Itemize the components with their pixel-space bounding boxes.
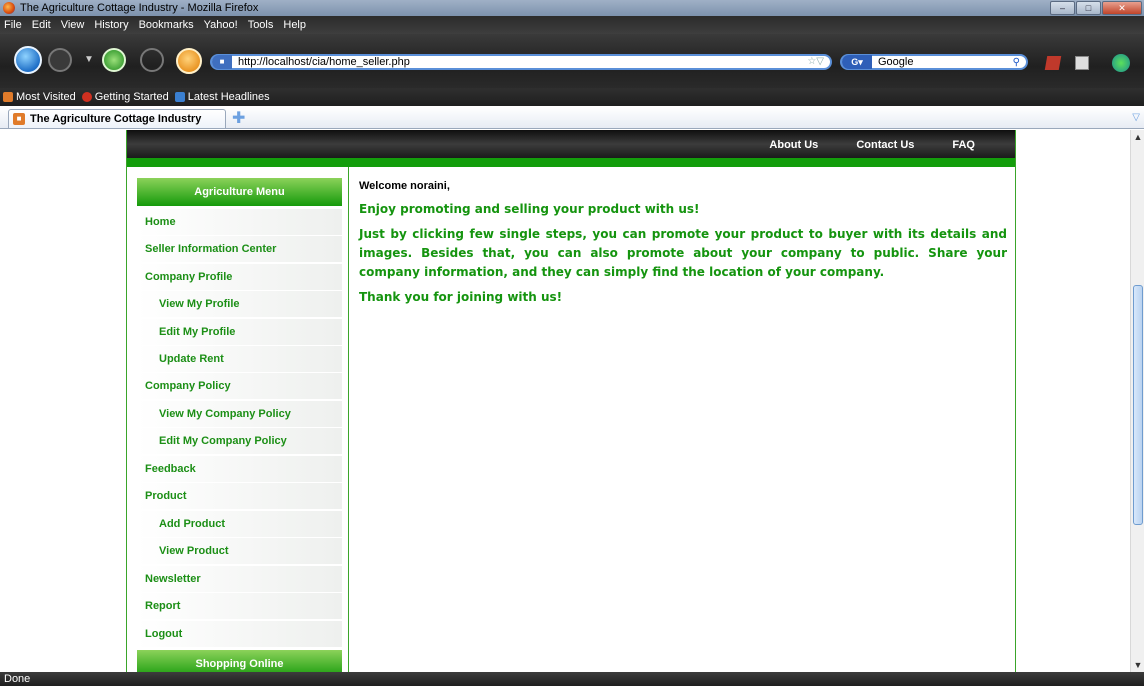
bookmark-label: Latest Headlines — [187, 91, 270, 103]
new-tab-icon[interactable]: ✚ — [232, 111, 245, 127]
addon-icon[interactable] — [1044, 56, 1062, 70]
menu-item-newsletter[interactable]: Newsletter — [137, 566, 342, 592]
details-paragraph: Just by clicking few single steps, you c… — [359, 227, 1007, 279]
menu-item-company-profile[interactable]: Company Profile — [137, 264, 342, 290]
site-top-nav: About Us Contact Us FAQ — [127, 130, 1015, 158]
welcome-text: Welcome noraini, — [359, 180, 450, 192]
rss-icon — [174, 92, 185, 102]
search-input[interactable]: Google — [878, 56, 913, 68]
tab-label: The Agriculture Cottage Industry — [30, 113, 202, 125]
addon-k-icon[interactable] — [1075, 56, 1089, 70]
intro-paragraph: Enjoy promoting and selling your product… — [359, 202, 700, 216]
menu-yahoo[interactable]: Yahoo! — [204, 19, 238, 31]
home-button[interactable] — [176, 48, 202, 74]
browser-window: The Agriculture Cottage Industry - Mozil… — [0, 0, 1144, 686]
close-button[interactable]: ✕ — [1102, 1, 1142, 15]
menu-item-product[interactable]: Product — [137, 483, 342, 509]
scroll-thumb[interactable] — [1133, 285, 1143, 525]
tab-favicon-icon: ■ — [13, 113, 25, 125]
menu-item-home[interactable]: Home — [137, 209, 342, 235]
scroll-down-icon[interactable]: ▼ — [1131, 658, 1144, 672]
shopping-heading: Shopping Online — [137, 650, 342, 672]
firefox-small-icon — [81, 92, 92, 102]
menu-item-seller-info[interactable]: Seller Information Center — [137, 236, 342, 262]
menu-item-add-product[interactable]: Add Product — [137, 511, 342, 537]
addon-globe-icon[interactable] — [1112, 54, 1130, 72]
reload-button[interactable] — [102, 48, 126, 72]
bookmark-latest-headlines[interactable]: Latest Headlines — [174, 91, 270, 103]
menu-file[interactable]: File — [4, 19, 22, 31]
firefox-icon — [3, 2, 15, 14]
bookmark-getting-started[interactable]: Getting Started — [81, 91, 169, 103]
minimize-button[interactable]: – — [1050, 1, 1075, 15]
menu-item-view-policy[interactable]: View My Company Policy — [137, 401, 342, 427]
history-dropdown-icon[interactable]: ▼ — [84, 54, 94, 65]
bookmark-label: Most Visited — [16, 91, 76, 103]
menu-history[interactable]: History — [94, 19, 128, 31]
url-bar[interactable]: ■ http://localhost/cia/home_seller.php ☆… — [210, 54, 832, 70]
back-button[interactable] — [14, 46, 42, 74]
maximize-button[interactable]: □ — [1076, 1, 1101, 15]
window-controls: – □ ✕ — [1050, 1, 1142, 15]
most-visited-icon — [3, 92, 13, 102]
tab-bar: ■ The Agriculture Cottage Industry ✚ ▽ — [0, 107, 1144, 129]
nav-faq[interactable]: FAQ — [952, 139, 975, 151]
menu-item-update-rent[interactable]: Update Rent — [137, 346, 342, 372]
menu-view[interactable]: View — [61, 19, 85, 31]
menu-help[interactable]: Help — [283, 19, 306, 31]
status-bar: Done — [0, 672, 1144, 686]
main-content: Welcome noraini, Enjoy promoting and sel… — [359, 180, 1007, 307]
google-engine-icon[interactable]: G▾ — [842, 55, 872, 69]
search-bar[interactable]: G▾ Google ⚲ — [840, 54, 1028, 70]
url-text[interactable]: http://localhost/cia/home_seller.php — [238, 56, 410, 68]
tab-list-chevron-icon[interactable]: ▽ — [1132, 112, 1140, 123]
site-container: About Us Contact Us FAQ Agriculture Menu… — [126, 130, 1016, 672]
menu-item-view-profile[interactable]: View My Profile — [137, 291, 342, 317]
title-bar: The Agriculture Cottage Industry - Mozil… — [0, 0, 1144, 16]
vertical-scrollbar[interactable]: ▲ ▼ — [1130, 130, 1144, 672]
site-favicon-icon: ■ — [212, 55, 232, 69]
search-icon[interactable]: ⚲ — [1013, 57, 1020, 68]
menu-heading: Agriculture Menu — [137, 178, 342, 206]
menu-item-edit-policy[interactable]: Edit My Company Policy — [137, 428, 342, 454]
menu-bar: File Edit View History Bookmarks Yahoo! … — [0, 16, 1144, 34]
menu-tools[interactable]: Tools — [248, 19, 274, 31]
bookmarks-toolbar: Most Visited Getting Started Latest Head… — [0, 88, 1144, 106]
nav-contact-us[interactable]: Contact Us — [856, 139, 914, 151]
scroll-up-icon[interactable]: ▲ — [1131, 130, 1144, 144]
page-viewport: About Us Contact Us FAQ Agriculture Menu… — [0, 130, 1130, 672]
forward-button[interactable] — [48, 48, 72, 72]
green-divider — [127, 158, 1015, 167]
menu-item-view-product[interactable]: View Product — [137, 538, 342, 564]
bookmark-label: Getting Started — [94, 91, 169, 103]
menu-item-feedback[interactable]: Feedback — [137, 456, 342, 482]
navigation-toolbar: ▼ ■ http://localhost/cia/home_seller.php… — [0, 34, 1144, 88]
bookmark-star-icon[interactable]: ☆▽ — [807, 56, 824, 67]
menu-edit[interactable]: Edit — [32, 19, 51, 31]
menu-item-logout[interactable]: Logout — [137, 621, 342, 647]
stop-button[interactable] — [140, 48, 164, 72]
menu-item-company-policy[interactable]: Company Policy — [137, 373, 342, 399]
menu-bookmarks[interactable]: Bookmarks — [139, 19, 194, 31]
thanks-paragraph: Thank you for joining with us! — [359, 290, 563, 304]
sidebar: Agriculture Menu Home Seller Information… — [127, 167, 349, 672]
nav-about-us[interactable]: About Us — [769, 139, 818, 151]
tab-active[interactable]: ■ The Agriculture Cottage Industry — [8, 109, 226, 128]
bookmark-most-visited[interactable]: Most Visited — [3, 91, 76, 103]
menu-item-report[interactable]: Report — [137, 593, 342, 619]
window-title: The Agriculture Cottage Industry - Mozil… — [20, 2, 259, 14]
menu-item-edit-profile[interactable]: Edit My Profile — [137, 319, 342, 345]
